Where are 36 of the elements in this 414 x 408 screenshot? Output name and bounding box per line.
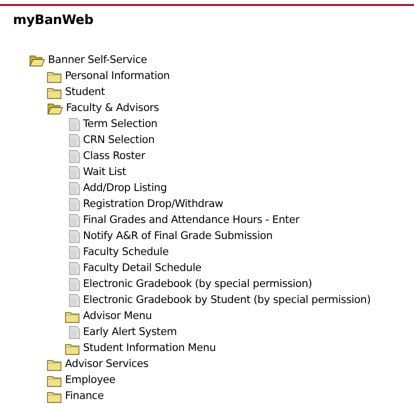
document-icon xyxy=(69,150,80,163)
document-icon xyxy=(69,262,80,275)
folder-link[interactable]: Faculty & Advisors xyxy=(66,100,159,116)
page-link[interactable]: Final Grades and Attendance Hours - Enter xyxy=(83,212,300,228)
page-link[interactable]: CRN Selection xyxy=(83,132,155,148)
folder-link[interactable]: Finance xyxy=(65,388,104,404)
folder-link[interactable]: Employee xyxy=(65,372,116,388)
page-link[interactable]: Registration Drop/Withdraw xyxy=(83,196,224,212)
page-link[interactable]: Term Selection xyxy=(83,116,158,132)
folder-link[interactable]: Personal Information xyxy=(65,68,170,84)
document-icon xyxy=(69,198,80,211)
document-icon xyxy=(69,230,80,243)
document-icon xyxy=(69,214,80,227)
document-icon xyxy=(69,166,80,179)
page-title: myBanWeb xyxy=(13,12,94,30)
page-link[interactable]: Class Roster xyxy=(83,148,146,164)
document-icon xyxy=(69,134,80,147)
page-link[interactable]: Electronic Gradebook (by special permission) xyxy=(83,276,312,292)
document-icon xyxy=(69,326,80,339)
page-link[interactable]: Wait List xyxy=(83,164,126,180)
folder-link[interactable]: Advisor Services xyxy=(65,356,148,372)
document-icon xyxy=(69,294,80,307)
document-icon xyxy=(69,278,80,291)
page-link[interactable]: Add/Drop Listing xyxy=(83,180,167,196)
page-link[interactable]: Early Alert System xyxy=(83,324,177,340)
document-icon xyxy=(69,118,80,131)
folder-link[interactable]: Advisor Menu xyxy=(83,308,152,324)
folder-link[interactable]: Banner Self-Service xyxy=(48,52,148,68)
document-icon xyxy=(69,246,80,259)
page-link[interactable]: Faculty Detail Schedule xyxy=(83,260,202,276)
folder-link[interactable]: Student xyxy=(65,84,105,100)
page-link[interactable]: Electronic Gradebook by Student (by special permission) xyxy=(83,292,371,308)
page-link[interactable]: Notify A&R of Final Grade Submission xyxy=(83,228,273,244)
page-link[interactable]: Faculty Schedule xyxy=(83,244,169,260)
document-icon xyxy=(69,182,80,195)
folder-link[interactable]: Student Information Menu xyxy=(83,340,216,356)
